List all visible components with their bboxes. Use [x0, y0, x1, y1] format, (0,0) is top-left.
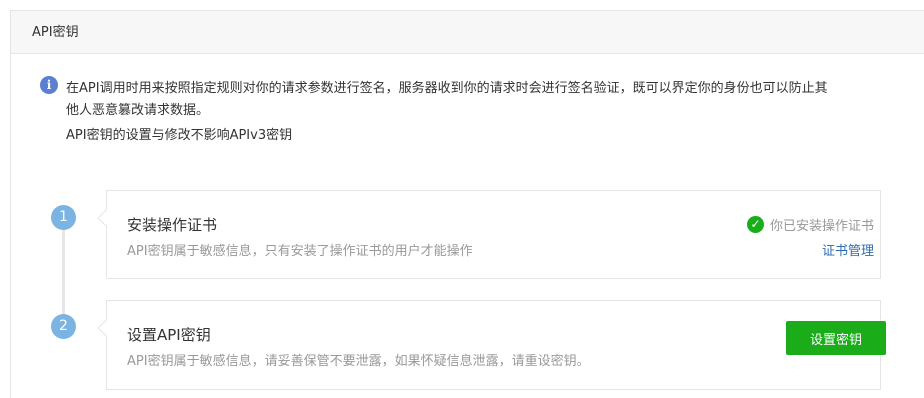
- timeline-connector: [62, 216, 65, 326]
- info-icon: i: [40, 76, 58, 94]
- step-card-set-api-key: 设置API密钥 API密钥属于敏感信息，请妥善保管不要泄露，如果怀疑信息泄露，请…: [97, 300, 886, 390]
- step-title: 设置API密钥: [127, 326, 211, 344]
- certificate-status: ✓ 你已安装操作证书: [730, 215, 880, 234]
- notice-text-line-1: 在API调用时用来按照指定规则对你的请求参数进行签名，服务器收到你的请求时会进行…: [66, 81, 828, 96]
- certificate-status-text: 你已安装操作证书: [769, 219, 874, 234]
- check-circle-icon: ✓: [746, 216, 764, 233]
- panel-title: API密钥: [11, 11, 924, 54]
- step-title: 安装操作证书: [127, 216, 218, 234]
- notice-text-line-3: API密钥的设置与修改不影响APIv3密钥: [66, 128, 293, 143]
- notice-text-line-2: 他人恶意篡改请求数据。: [66, 103, 210, 118]
- certificate-management-link[interactable]: 证书管理: [822, 240, 874, 259]
- step-card-install-certificate: 安装操作证书 API密钥属于敏感信息，只有安装了操作证书的用户才能操作 ✓ 你已安…: [97, 190, 881, 279]
- step-description: API密钥属于敏感信息，只有安装了操作证书的用户才能操作: [127, 244, 473, 259]
- step-number-1: 1: [51, 205, 76, 230]
- step-description: API密钥属于敏感信息，请妥善保管不要泄露，如果怀疑信息泄露，请重设密钥。: [127, 354, 590, 369]
- step-number-2: 2: [51, 314, 76, 339]
- set-key-button[interactable]: 设置密钥: [786, 321, 886, 355]
